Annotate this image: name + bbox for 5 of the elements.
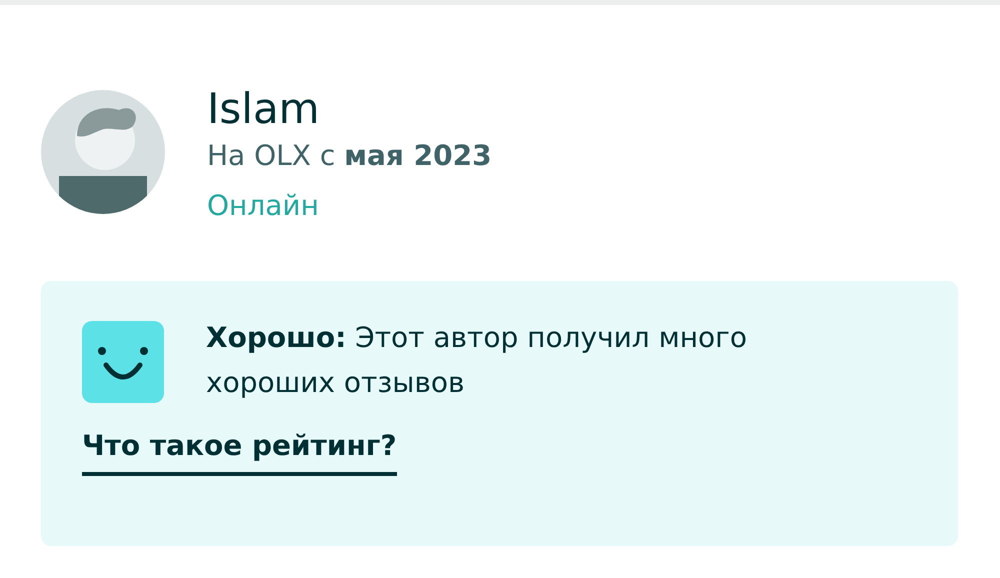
member-since-text: На OLX с мая 2023	[207, 138, 492, 174]
user-name: Islam	[207, 87, 321, 131]
online-status: Онлайн	[207, 188, 320, 224]
rating-info-link[interactable]: Что такое рейтинг?	[82, 429, 397, 476]
rating-text: Хорошо: Этот автор получил много хороших отзывов	[206, 320, 748, 401]
